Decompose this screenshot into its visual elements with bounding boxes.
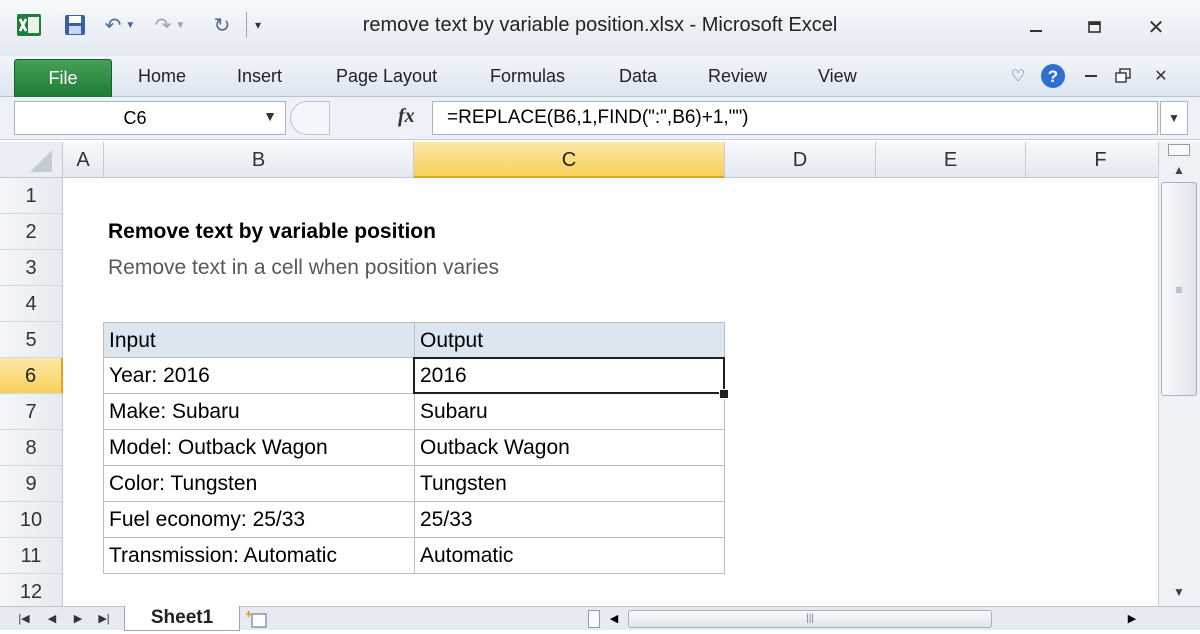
row-header-6[interactable]: 6: [0, 358, 63, 394]
worksheet-grid[interactable]: A B C D E F 1 2 3 4 5 6 7 8 9 10 11 12 R…: [0, 142, 1158, 606]
vertical-scroll-thumb[interactable]: ≡: [1161, 182, 1197, 396]
table-cell-output[interactable]: 2016: [414, 358, 725, 394]
sheet-subtitle[interactable]: Remove text in a cell when position vari…: [103, 250, 663, 286]
formula-bar-grip[interactable]: [290, 101, 330, 135]
tab-insert[interactable]: Insert: [237, 56, 282, 96]
chevron-down-icon[interactable]: ▼: [263, 108, 277, 124]
table-cell-input[interactable]: Fuel economy: 25/33: [103, 502, 414, 538]
table-header-input[interactable]: Input: [103, 322, 414, 358]
fill-handle[interactable]: [719, 389, 729, 399]
table-cell-output[interactable]: 25/33: [414, 502, 725, 538]
doc-minimize-icon[interactable]: [1080, 64, 1102, 88]
column-header-f[interactable]: F: [1026, 142, 1158, 178]
last-sheet-icon[interactable]: ▶|: [94, 609, 114, 629]
tab-home[interactable]: Home: [138, 56, 186, 96]
row-header-10[interactable]: 10: [0, 502, 63, 538]
row-header-3[interactable]: 3: [0, 250, 63, 286]
restore-icon[interactable]: [1076, 16, 1112, 38]
doc-close-icon[interactable]: ✕: [1150, 64, 1172, 88]
scroll-up-icon[interactable]: ▲: [1159, 160, 1199, 180]
row-header-4[interactable]: 4: [0, 286, 63, 322]
select-all-button[interactable]: [0, 142, 63, 178]
table-cell-output[interactable]: Outback Wagon: [414, 430, 725, 466]
row-header-7[interactable]: 7: [0, 394, 63, 430]
table-cell-output[interactable]: Tungsten: [414, 466, 725, 502]
minimize-ribbon-icon[interactable]: ♡: [1008, 64, 1028, 88]
table-cell-input[interactable]: Transmission: Automatic: [103, 538, 414, 574]
column-header-b[interactable]: B: [104, 142, 414, 178]
grip-icon: ≡: [1175, 283, 1183, 297]
sheet-tab-sheet1[interactable]: Sheet1: [124, 606, 240, 631]
column-header-a[interactable]: A: [63, 142, 104, 178]
prev-sheet-icon[interactable]: ◀: [42, 609, 62, 629]
ribbon-tabs: File Home Insert Page Layout Formulas Da…: [0, 56, 1200, 97]
tab-file[interactable]: File: [14, 59, 112, 97]
column-header-e[interactable]: E: [876, 142, 1026, 178]
row-header-5[interactable]: 5: [0, 322, 63, 358]
row-header-8[interactable]: 8: [0, 430, 63, 466]
column-header-d[interactable]: D: [725, 142, 876, 178]
minimize-icon[interactable]: [1018, 16, 1054, 38]
expand-formula-bar-icon[interactable]: ▼: [1160, 101, 1188, 135]
svg-text:?: ?: [1048, 67, 1058, 86]
sheet-title[interactable]: Remove text by variable position: [103, 214, 603, 250]
name-box-value: C6: [123, 108, 147, 128]
table-cell-input[interactable]: Make: Subaru: [103, 394, 414, 430]
tab-data[interactable]: Data: [619, 56, 657, 96]
tab-page-layout[interactable]: Page Layout: [336, 56, 437, 96]
column-header-c[interactable]: C: [414, 142, 725, 178]
insert-sheet-icon[interactable]: [244, 609, 270, 629]
scroll-down-icon[interactable]: ▼: [1159, 582, 1199, 602]
scroll-left-icon[interactable]: ◀: [604, 609, 624, 629]
table-cell-input[interactable]: Color: Tungsten: [103, 466, 414, 502]
tab-view[interactable]: View: [818, 56, 857, 96]
formula-input[interactable]: =REPLACE(B6,1,FIND(":",B6)+1,""): [432, 101, 1158, 135]
row-header-12[interactable]: 12: [0, 574, 63, 606]
split-box-vertical[interactable]: [1168, 144, 1190, 156]
formula-bar: C6 ▼ fx =REPLACE(B6,1,FIND(":",B6)+1,"")…: [0, 97, 1200, 140]
first-sheet-icon[interactable]: |◀: [14, 609, 34, 629]
title-bar: ↶ ▼ ↷ ▼ ↻ ▾ remove text by variable positi…: [0, 0, 1200, 56]
name-box[interactable]: C6 ▼: [14, 101, 286, 135]
vertical-scrollbar[interactable]: ▲ ≡ ▼: [1158, 142, 1200, 606]
scroll-right-icon[interactable]: ▶: [1122, 609, 1142, 629]
table-cell-input[interactable]: Year: 2016: [103, 358, 414, 394]
row-header-9[interactable]: 9: [0, 466, 63, 502]
next-sheet-icon[interactable]: ▶: [68, 609, 88, 629]
sheet-tab-bar: |◀ ◀ ▶ ▶| Sheet1 ◀ ||| ▶: [0, 606, 1200, 631]
row-header-11[interactable]: 11: [0, 538, 63, 574]
row-header-2[interactable]: 2: [0, 214, 63, 250]
table-cell-output[interactable]: Automatic: [414, 538, 725, 574]
doc-restore-icon[interactable]: [1112, 64, 1134, 88]
split-box-horizontal[interactable]: [588, 610, 600, 628]
close-icon[interactable]: ✕: [1138, 16, 1174, 39]
tab-formulas[interactable]: Formulas: [490, 56, 565, 96]
table-cell-input[interactable]: Model: Outback Wagon: [103, 430, 414, 466]
help-icon[interactable]: ?: [1040, 64, 1066, 88]
table-cell-output[interactable]: Subaru: [414, 394, 725, 430]
table-header-output[interactable]: Output: [414, 322, 725, 358]
tab-review[interactable]: Review: [708, 56, 767, 96]
row-header-1[interactable]: 1: [0, 178, 63, 214]
horizontal-scroll-thumb[interactable]: |||: [628, 610, 992, 628]
insert-function-icon[interactable]: fx: [398, 105, 415, 128]
